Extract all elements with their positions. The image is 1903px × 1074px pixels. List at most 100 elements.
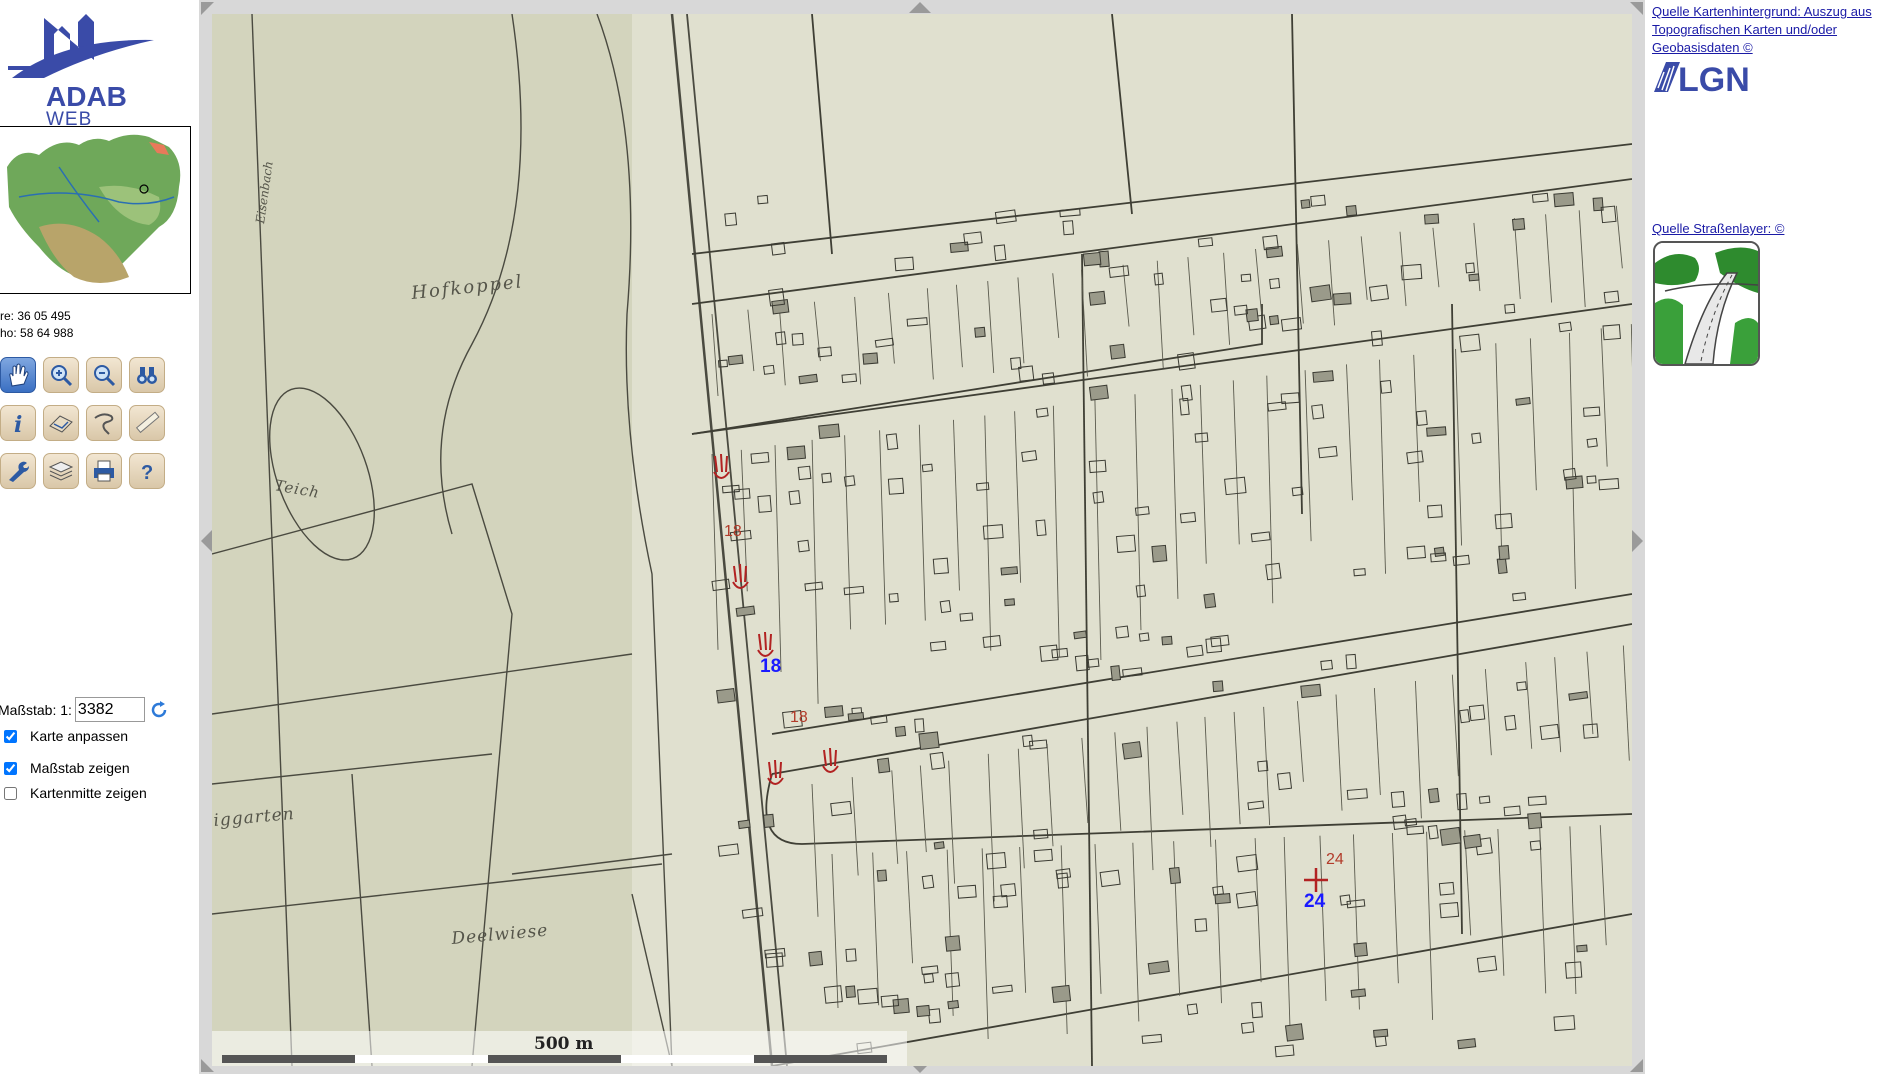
building xyxy=(1463,833,1482,849)
measure-tool[interactable] xyxy=(129,405,165,441)
building xyxy=(1332,292,1352,306)
scale-segment xyxy=(222,1055,355,1063)
scale-input[interactable] xyxy=(74,697,145,722)
building xyxy=(1527,812,1543,830)
layers-icon xyxy=(48,461,74,481)
scale-bar: 500 m xyxy=(212,1031,907,1066)
building xyxy=(947,999,960,1010)
adab-web-logo: ADAB WEB xyxy=(8,14,154,126)
binoculars-tool[interactable] xyxy=(129,357,165,393)
settings-tool[interactable] xyxy=(0,453,36,489)
svg-text:LGN: LGN xyxy=(1678,61,1750,94)
select-area-tool[interactable] xyxy=(43,405,79,441)
right-panel: Quelle Kartenhintergrund: Auszug aus Top… xyxy=(1648,0,1903,1074)
pan-east-arrow[interactable] xyxy=(1632,530,1643,552)
zoom-out-tool[interactable] xyxy=(86,357,122,393)
svg-text:?: ? xyxy=(141,462,153,484)
site-label-24-red: 24 xyxy=(1326,851,1344,868)
zoom-in-icon xyxy=(51,365,73,387)
map-frame: Hofkoppel Teich Deelwiese iggarten Eisen… xyxy=(199,0,1645,1074)
building xyxy=(894,725,907,737)
building xyxy=(1109,343,1126,360)
building xyxy=(1300,683,1322,699)
background-source-link[interactable]: Quelle Kartenhintergrund: Auszug aus Top… xyxy=(1652,3,1902,57)
site-label-18: 18 xyxy=(760,656,781,677)
building xyxy=(1423,213,1440,225)
northing-value: ho: 58 64 988 xyxy=(0,326,74,340)
show-scale-checkbox[interactable] xyxy=(4,761,17,775)
map-canvas[interactable]: Hofkoppel Teich Deelwiese iggarten Eisen… xyxy=(212,14,1632,1066)
building xyxy=(1082,251,1102,267)
layers-tool[interactable] xyxy=(43,453,79,489)
building xyxy=(1245,308,1259,323)
scale-segment xyxy=(621,1055,754,1063)
site-label-18-red-2: 18 xyxy=(790,709,808,726)
pan-west-arrow[interactable] xyxy=(201,530,212,552)
building xyxy=(1309,284,1332,303)
building xyxy=(1000,566,1019,576)
building xyxy=(771,298,790,315)
building xyxy=(1511,218,1526,231)
building xyxy=(1073,630,1088,640)
scale-segment xyxy=(488,1055,621,1063)
left-panel: ADAB WEB re: 36 05 495 ho: 58 64 988 i ?… xyxy=(0,0,200,1074)
building xyxy=(1565,475,1584,490)
building xyxy=(1433,546,1445,557)
building xyxy=(1350,988,1367,998)
building xyxy=(1268,315,1280,326)
building xyxy=(716,687,736,704)
building xyxy=(1300,199,1311,209)
scale-bar-label: 500 m xyxy=(534,1034,594,1054)
street-source-link[interactable]: Quelle Straßenlayer: © xyxy=(1652,220,1902,238)
topographic-map: Hofkoppel Teich Deelwiese iggarten Eisen… xyxy=(212,14,1632,1066)
show-scale-label: Maßstab zeigen xyxy=(30,760,130,776)
building xyxy=(1088,384,1109,401)
select-line-tool[interactable] xyxy=(86,405,122,441)
refresh-icon[interactable] xyxy=(149,700,169,720)
info-icon: i xyxy=(14,412,22,436)
building xyxy=(808,950,824,967)
building xyxy=(1214,893,1231,905)
show-scale-option[interactable]: Maßstab zeigen xyxy=(4,760,130,776)
building xyxy=(737,819,751,830)
pan-north-arrow[interactable] xyxy=(909,2,931,13)
zoom-in-tool[interactable] xyxy=(43,357,79,393)
building xyxy=(847,712,865,722)
fit-map-option[interactable]: Karte anpassen xyxy=(4,728,128,744)
building xyxy=(798,373,818,385)
scale-label: Maßstab: 1: xyxy=(0,701,72,718)
ruler-icon xyxy=(135,411,160,434)
site-label-18-red: 18 xyxy=(724,523,742,540)
show-center-option[interactable]: Kartenmitte zeigen xyxy=(4,785,147,801)
overview-map[interactable] xyxy=(0,126,191,294)
help-tool[interactable]: ? xyxy=(129,453,165,489)
building xyxy=(1088,290,1106,306)
svg-text:WEB: WEB xyxy=(46,109,92,126)
show-center-checkbox[interactable] xyxy=(4,786,17,800)
building xyxy=(974,326,986,338)
building xyxy=(1496,557,1508,575)
svg-text:ADAB: ADAB xyxy=(46,81,127,112)
building xyxy=(949,241,969,254)
building xyxy=(876,869,888,882)
pan-tool[interactable] xyxy=(0,357,36,393)
fit-map-checkbox[interactable] xyxy=(4,729,17,743)
building xyxy=(786,445,806,461)
wrench-icon xyxy=(9,461,29,482)
binoculars-icon xyxy=(137,367,157,384)
building xyxy=(762,813,775,828)
building xyxy=(845,985,856,999)
print-tool[interactable] xyxy=(86,453,122,489)
info-tool[interactable]: i xyxy=(0,405,36,441)
building xyxy=(1284,1023,1304,1042)
building xyxy=(876,757,891,774)
site-label-24: 24 xyxy=(1304,891,1326,912)
help-icon: ? xyxy=(141,462,153,484)
building xyxy=(933,841,945,850)
coordinate-display: re: 36 05 495 ho: 58 64 988 xyxy=(0,308,73,342)
scale-segment xyxy=(754,1055,887,1063)
building xyxy=(862,352,879,365)
street-layer-logo xyxy=(1653,241,1760,366)
svg-text:i: i xyxy=(14,412,22,436)
building xyxy=(1265,245,1284,259)
